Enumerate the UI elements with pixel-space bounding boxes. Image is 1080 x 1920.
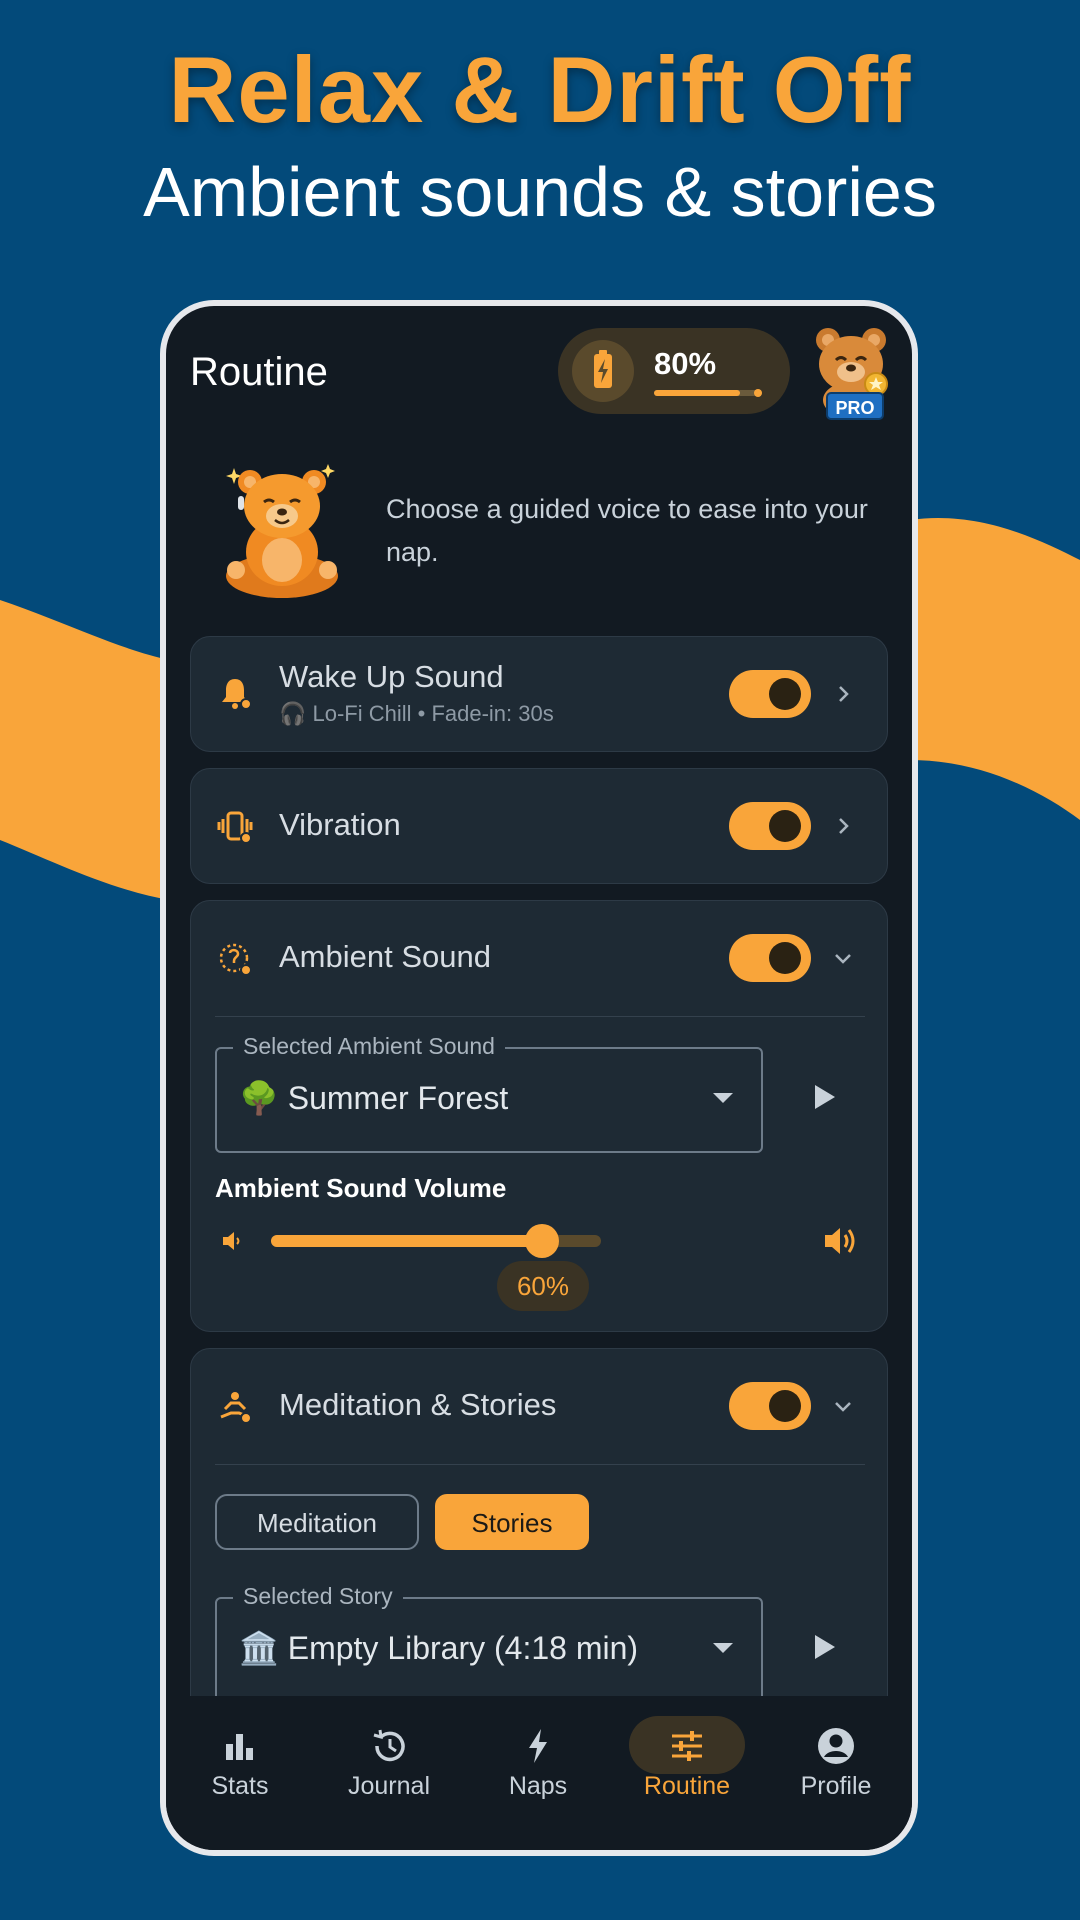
- toggle-knob: [769, 810, 801, 842]
- nav-label-naps: Naps: [508, 1772, 568, 1800]
- dropdown-arrow-icon: [713, 1093, 733, 1103]
- story-select[interactable]: Selected Story 🏛️ Empty Library (4:18 mi…: [215, 1583, 763, 1703]
- meditation-stories-toggle[interactable]: [729, 1382, 811, 1430]
- phone-frame: Routine 80% PRO Choose a guided voice to…: [160, 300, 918, 1856]
- volume-low-icon[interactable]: [219, 1227, 247, 1255]
- play-icon[interactable]: [811, 1081, 839, 1113]
- history-icon: [373, 1729, 405, 1762]
- meditation-stories-title: Meditation & Stories: [279, 1387, 557, 1422]
- ambient-volume-fill: [271, 1235, 542, 1247]
- ambient-sound-select-label: Selected Ambient Sound: [233, 1033, 505, 1060]
- sliders-icon: [672, 1731, 702, 1761]
- battery-indicator[interactable]: 80%: [558, 328, 790, 414]
- vibration-icon: [217, 811, 253, 844]
- ambient-volume-thumb[interactable]: [524, 1224, 559, 1258]
- volume-high-icon[interactable]: [821, 1221, 861, 1261]
- meditation-icon: [220, 1392, 252, 1424]
- chevron-down-icon[interactable]: [831, 946, 855, 970]
- nav-item-profile[interactable]: Profile: [762, 1696, 910, 1850]
- chevron-right-icon[interactable]: [831, 682, 855, 706]
- vibration-title: Vibration: [279, 807, 401, 842]
- page-title: Routine: [190, 350, 328, 394]
- ambient-volume-slider[interactable]: [271, 1224, 601, 1258]
- toggle-knob: [769, 942, 801, 974]
- play-icon[interactable]: [811, 1631, 839, 1663]
- ambient-sound-title: Ambient Sound: [279, 939, 491, 974]
- story-select-value: 🏛️ Empty Library (4:18 min): [239, 1630, 639, 1666]
- battery-level-fill: [654, 390, 741, 396]
- meditation-stories-card: Meditation & Stories Meditation Stories …: [190, 1348, 888, 1748]
- pro-badge: PRO: [826, 392, 884, 420]
- ambient-volume-label: Ambient Sound Volume: [215, 1173, 507, 1203]
- intro-text: Choose a guided voice to ease into your …: [386, 494, 868, 567]
- nav-label-stats: Stats: [211, 1772, 269, 1800]
- battery-end-dot: [754, 389, 762, 397]
- wake-up-sound-card[interactable]: Wake Up Sound 🎧 Lo-Fi Chill • Fade-in: 3…: [190, 636, 888, 752]
- wake-up-sound-title: Wake Up Sound: [279, 659, 504, 694]
- ambient-volume-percent: 60%: [497, 1261, 589, 1311]
- nav-item-journal[interactable]: Journal: [315, 1696, 463, 1850]
- bell-icon: [222, 679, 252, 710]
- battery-percent: 80%: [654, 346, 717, 381]
- dropdown-arrow-icon: [713, 1643, 733, 1653]
- divider: [215, 1464, 865, 1465]
- vibration-toggle[interactable]: [729, 802, 811, 850]
- battery-icon: [572, 340, 634, 402]
- divider: [215, 1016, 865, 1017]
- nav-item-naps[interactable]: Naps: [464, 1696, 612, 1850]
- tab-meditation[interactable]: Meditation: [215, 1494, 419, 1550]
- nav-label-profile: Profile: [800, 1772, 872, 1800]
- ambient-sound-select-value: 🌳 Summer Forest: [239, 1080, 509, 1116]
- nav-item-stats[interactable]: Stats: [166, 1696, 314, 1850]
- chevron-right-icon[interactable]: [831, 814, 855, 838]
- account-icon: [818, 1728, 854, 1764]
- bottom-navigation: Stats Journal Naps Routine Profile: [166, 1696, 912, 1850]
- ambient-sound-card: Ambient Sound Selected Ambient Sound 🌳 S…: [190, 900, 888, 1332]
- toggle-knob: [769, 678, 801, 710]
- chevron-down-icon[interactable]: [831, 1394, 855, 1418]
- ambient-sound-icon: [219, 943, 252, 976]
- battery-level-bar: [654, 389, 762, 397]
- wake-up-sound-toggle[interactable]: [729, 670, 811, 718]
- tab-stories[interactable]: Stories: [435, 1494, 589, 1550]
- ambient-sound-toggle[interactable]: [729, 934, 811, 982]
- meditating-bear-illustration: [226, 464, 338, 598]
- nav-label-routine: Routine: [643, 1772, 731, 1800]
- wake-up-sound-subtitle: 🎧 Lo-Fi Chill • Fade-in: 30s: [279, 701, 554, 726]
- nav-item-routine[interactable]: Routine: [613, 1696, 761, 1850]
- nav-label-journal: Journal: [348, 1772, 430, 1800]
- toggle-knob: [769, 1390, 801, 1422]
- ambient-sound-select[interactable]: Selected Ambient Sound 🌳 Summer Forest: [215, 1033, 763, 1153]
- promo-subtitle: Ambient sounds & stories: [143, 153, 937, 231]
- promo-title: Relax & Drift Off: [168, 37, 912, 142]
- bar-chart-icon: [226, 1734, 253, 1760]
- story-select-label: Selected Story: [233, 1583, 403, 1610]
- vibration-card[interactable]: Vibration: [190, 768, 888, 884]
- lightning-icon: [529, 1729, 547, 1763]
